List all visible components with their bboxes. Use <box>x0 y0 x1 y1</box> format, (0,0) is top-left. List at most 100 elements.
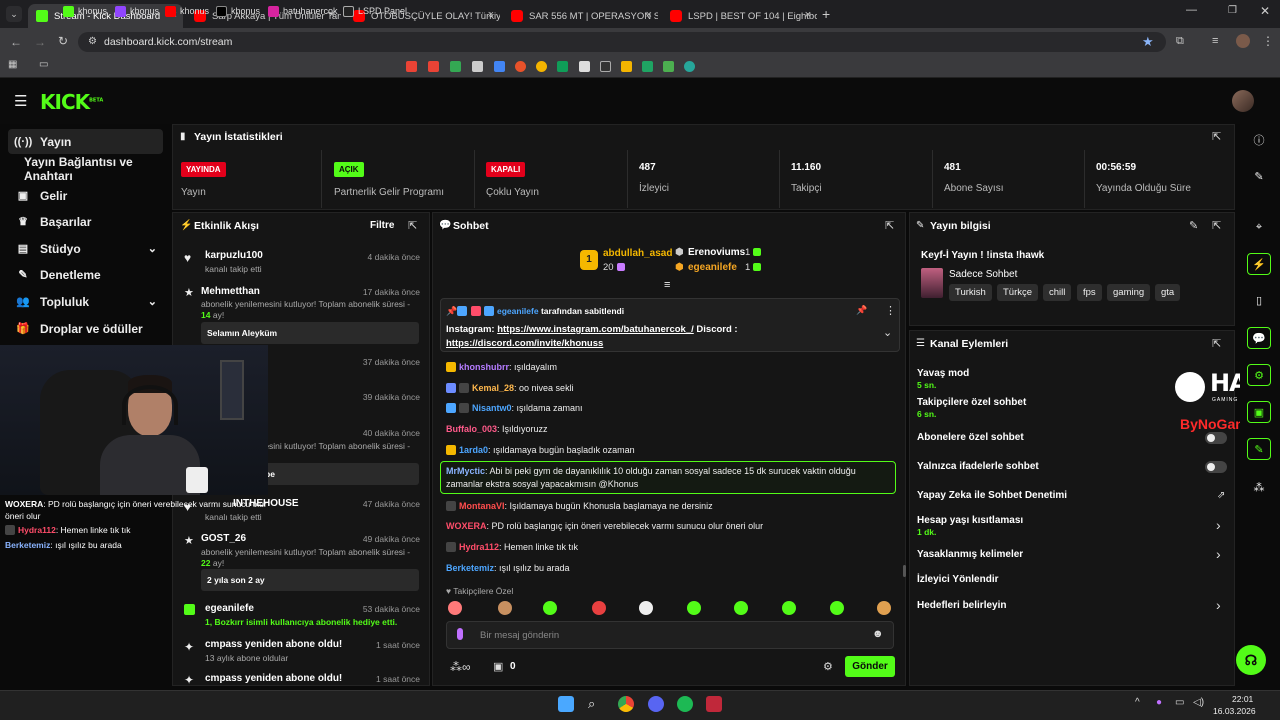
activity-feed-toggle-icon[interactable]: ⚡ <box>1247 253 1271 275</box>
chat-username[interactable]: Nisantw0 <box>472 403 512 413</box>
emote-icon[interactable] <box>734 601 748 615</box>
stream-tag[interactable]: Türkçe <box>997 284 1039 301</box>
close-tab-icon[interactable]: × <box>805 9 811 21</box>
bookmark-item[interactable]: khonus <box>115 4 159 18</box>
tab-search-button[interactable]: ⌄ <box>6 6 22 22</box>
bookmark-item[interactable]: LSPD Panel <box>343 4 407 18</box>
sidebar-item-studyo[interactable]: ▤ Stüdyo ⌄ <box>8 236 163 261</box>
volume-icon[interactable]: ◁) <box>1193 697 1204 708</box>
chevron-right-icon[interactable]: › <box>1216 546 1221 562</box>
network-icon[interactable]: ▭ <box>1175 697 1184 708</box>
bookmark-icon[interactable] <box>600 61 611 72</box>
sidebar-item-yayin[interactable]: ((·)) Yayın <box>8 129 163 154</box>
unpin-icon[interactable]: 📌 <box>856 305 867 316</box>
store-toggle-icon[interactable]: ▣ <box>1247 401 1271 423</box>
tray-chevron-icon[interactable]: ^ <box>1135 697 1140 708</box>
new-tab-button[interactable]: + <box>822 6 830 22</box>
stream-tag[interactable]: Turkish <box>949 284 992 301</box>
sidebar-item-basarilar[interactable]: ♛ Başarılar <box>8 209 163 234</box>
extensions-icon[interactable]: ⧉ <box>1176 35 1184 48</box>
support-headset-icon[interactable]: ☊ <box>1236 645 1266 675</box>
notes-icon[interactable]: ▯ <box>1247 290 1271 312</box>
bookmark-star-icon[interactable]: ★ <box>1142 34 1154 50</box>
action-slow-mode[interactable]: Yavaş mod <box>917 368 969 379</box>
points-icon[interactable]: ⁂ <box>1247 477 1271 499</box>
bookmark-icon[interactable] <box>579 61 590 72</box>
expand-leaderboard-icon[interactable]: ≡ <box>664 279 670 291</box>
subscribers-only-toggle[interactable] <box>1205 432 1227 444</box>
category-name[interactable]: Sadece Sohbet <box>949 269 1017 280</box>
edit-icon[interactable]: ✎ <box>1189 219 1198 232</box>
bookmark-icon[interactable] <box>663 61 674 72</box>
chat-username[interactable]: Berketemiz <box>446 563 494 573</box>
popout-icon[interactable]: ⇱ <box>1212 337 1221 350</box>
microphone-icon[interactable] <box>457 628 463 640</box>
info-icon[interactable]: ⓘ <box>1247 130 1271 152</box>
reload-icon[interactable]: ↻ <box>58 34 68 48</box>
chat-username[interactable]: Buffalo_003 <box>446 424 497 434</box>
url-field[interactable]: dashboard.kick.com/stream <box>78 32 1166 52</box>
maximize-icon[interactable]: ❐ <box>1228 5 1237 16</box>
chat-username[interactable]: Kemal_28 <box>472 383 514 393</box>
bookmark-item[interactable]: khonus <box>165 4 209 18</box>
points-icon[interactable]: ⁂∞ <box>450 660 471 674</box>
chat-toggle-icon[interactable]: 💬 <box>1247 327 1271 349</box>
bookmark-icon[interactable] <box>684 61 695 72</box>
emote-icon[interactable] <box>639 601 653 615</box>
capture-icon[interactable]: ⌖ <box>1247 216 1271 238</box>
action-banned-words[interactable]: Yasaklanmış kelimeler <box>917 549 1023 560</box>
chat-username[interactable]: WOXERA <box>446 521 487 531</box>
stream-tag[interactable]: fps <box>1077 284 1102 301</box>
browser-tab-youtube[interactable]: SAR 556 MT | OPERASYON SAH× <box>503 4 658 28</box>
chat-username[interactable]: MontanaVI <box>459 501 505 511</box>
back-icon[interactable]: ← <box>10 35 22 49</box>
action-account-age[interactable]: Hesap yaşı kısıtlaması <box>917 515 1023 526</box>
sheets-icon[interactable] <box>557 61 568 72</box>
chevron-down-icon[interactable]: ⌄ <box>883 326 892 339</box>
moderation-toggle-icon[interactable]: ✎ <box>1247 438 1271 460</box>
gmail-icon[interactable] <box>406 61 417 72</box>
bookmark-icon[interactable] <box>621 61 632 72</box>
sidebar-item-droplar[interactable]: 🎁 Droplar ve ödüller <box>8 316 163 341</box>
stream-tag[interactable]: chill <box>1043 284 1072 301</box>
action-subscribers-only[interactable]: Abonelere özel sohbet <box>917 432 1024 443</box>
stream-tag[interactable]: gaming <box>1107 284 1151 301</box>
edit-stream-icon[interactable]: ✎ <box>1247 166 1271 188</box>
gmail-icon[interactable] <box>428 61 439 72</box>
chat-username[interactable]: khonshubrr <box>459 362 509 372</box>
browser-menu-icon[interactable]: ⋮ <box>1262 34 1274 48</box>
bookmark-icon[interactable] <box>536 61 547 72</box>
close-tab-icon[interactable]: × <box>646 9 652 21</box>
profile-avatar[interactable] <box>1236 34 1250 48</box>
microphone-icon[interactable]: ● <box>1156 697 1162 708</box>
action-raid[interactable]: İzleyici Yönlendir <box>917 574 999 585</box>
drive-icon[interactable] <box>642 61 653 72</box>
chat-username[interactable]: MrMyctic <box>446 466 485 476</box>
windows-start-icon[interactable] <box>558 696 574 712</box>
bookmark-icon[interactable] <box>515 61 526 72</box>
app-icon[interactable] <box>706 696 722 712</box>
action-followers-only[interactable]: Takipçilere özel sohbet <box>917 397 1026 408</box>
emote-icon[interactable] <box>782 601 796 615</box>
apps-icon[interactable]: ▦ <box>8 59 17 70</box>
sidebar-item-denetleme[interactable]: ✎ Denetleme <box>8 262 163 287</box>
pinned-link[interactable]: https://discord.com/invite/khonuss <box>446 338 603 349</box>
popout-icon[interactable]: ⇱ <box>885 219 894 232</box>
browser-tab-youtube[interactable]: LSPD | BEST OF 104 | Eightborn × <box>662 4 817 28</box>
emote-icon[interactable] <box>592 601 606 615</box>
bookmark-icon[interactable] <box>494 61 505 72</box>
action-emotes-only[interactable]: Yalnızca ifadelerle sohbet <box>917 461 1039 472</box>
kick-logo[interactable]: KICKBETA <box>40 90 103 114</box>
external-link-icon[interactable]: ⇗ <box>1217 490 1225 501</box>
emoji-icon[interactable]: ☻ <box>872 628 884 640</box>
emote-icon[interactable] <box>543 601 557 615</box>
emote-icon[interactable] <box>498 601 512 615</box>
chat-username[interactable]: 1arda0 <box>459 445 488 455</box>
store-icon[interactable]: ▣ <box>493 660 503 673</box>
more-options-icon[interactable]: ⋮ <box>885 304 896 317</box>
bookmark-item[interactable]: khonus <box>216 4 260 18</box>
bookmark-item[interactable]: batuhanercok <box>268 4 338 18</box>
minimize-icon[interactable]: — <box>1186 4 1197 16</box>
sidebar-item-topluluk[interactable]: 👥 Topluluk ⌄ <box>8 289 163 314</box>
action-goals[interactable]: Hedefleri belirleyin <box>917 600 1006 611</box>
